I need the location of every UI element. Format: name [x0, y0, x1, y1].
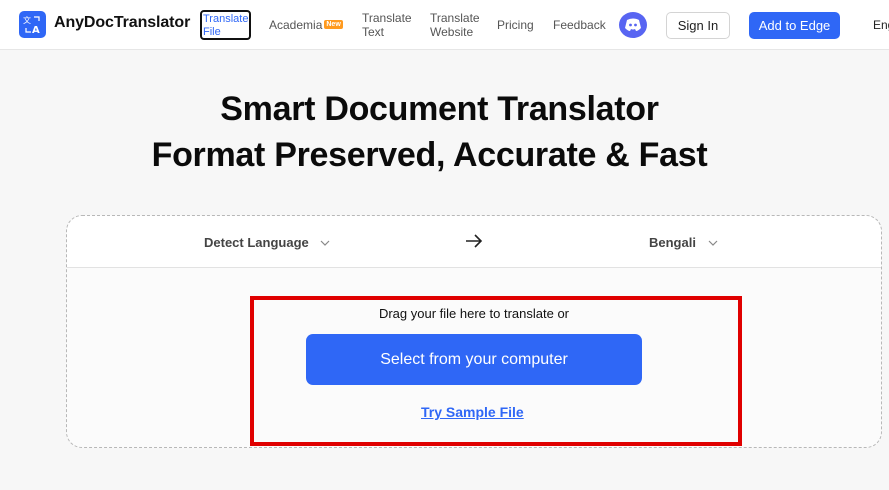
- nav-translate-file-label: Translate File: [203, 13, 249, 38]
- add-to-edge-button[interactable]: Add to Edge: [749, 12, 840, 39]
- nav-translate-text-line1: Translate: [362, 11, 412, 25]
- brand-name[interactable]: AnyDocTranslator: [54, 14, 190, 32]
- discord-icon[interactable]: [619, 12, 647, 38]
- nav-feedback[interactable]: Feedback: [553, 18, 606, 32]
- source-language-label: Detect Language: [204, 235, 309, 250]
- hero-title-line1: Smart Document Translator: [220, 90, 659, 128]
- try-sample-file-link[interactable]: Try Sample File: [421, 404, 524, 420]
- translate-icon[interactable]: 文 A: [19, 11, 46, 38]
- nav-translate-website[interactable]: Translate Website: [430, 11, 480, 39]
- nav-translate-website-line2: Website: [430, 25, 474, 39]
- sign-in-button[interactable]: Sign In: [666, 12, 730, 39]
- arrow-right-icon[interactable]: [465, 234, 483, 248]
- nav-translate-text-line2: Text: [362, 25, 385, 39]
- new-badge: New: [324, 20, 343, 29]
- nav-academia[interactable]: Academia New: [269, 18, 343, 32]
- nav-academia-label: Academia: [269, 18, 323, 32]
- nav-pricing[interactable]: Pricing: [497, 18, 534, 32]
- hero-title-line2: Format Preserved, Accurate & Fast: [151, 136, 708, 174]
- nav-translate-text[interactable]: Translate Text: [362, 11, 412, 39]
- chevron-down-icon: [320, 240, 330, 246]
- chevron-down-icon: [708, 240, 718, 246]
- target-language-label: Bengali: [649, 235, 696, 250]
- svg-text:A: A: [32, 25, 40, 35]
- select-file-button[interactable]: Select from your computer: [306, 334, 642, 385]
- nav-translate-website-line1: Translate: [430, 11, 480, 25]
- svg-text:文: 文: [23, 15, 31, 25]
- nav-translate-file[interactable]: Translate File: [200, 10, 251, 40]
- top-nav: 文 A AnyDocTranslator Translate File Acad…: [0, 0, 889, 50]
- source-language-select[interactable]: Detect Language: [204, 235, 330, 250]
- language-menu[interactable]: Eng: [873, 18, 889, 32]
- drag-instructions: Drag your file here to translate or: [378, 306, 570, 321]
- language-bar: Detect Language Bengali: [67, 216, 881, 268]
- target-language-select[interactable]: Bengali: [649, 235, 718, 250]
